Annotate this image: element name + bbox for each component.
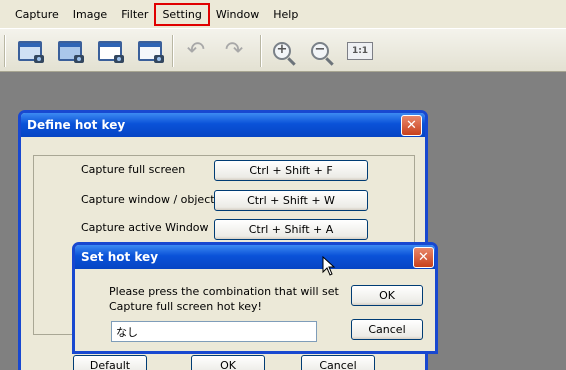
- hotkey-button-window-object[interactable]: Ctrl + Shift + W: [214, 190, 368, 211]
- menu-filter[interactable]: Filter: [116, 6, 153, 23]
- actual-size-button[interactable]: 1:1: [344, 37, 376, 65]
- default-button[interactable]: Default: [73, 355, 147, 370]
- define-hotkey-close-button[interactable]: ✕: [401, 115, 422, 136]
- capture-region-icon: [138, 41, 164, 63]
- capture-active-window-button[interactable]: [96, 37, 124, 65]
- define-hotkey-titlebar: Define hot key: [21, 113, 425, 137]
- instruction-line-1: Please press the combination that will s…: [109, 285, 339, 298]
- zoom-out-icon: −: [311, 42, 329, 60]
- capture-screen-icon: [18, 41, 44, 63]
- menu-bar: Capture Image Filter Setting Window Help: [0, 0, 566, 28]
- hotkey-label-window-object: Capture window / object: [81, 193, 215, 206]
- toolbar-separator: [172, 35, 174, 67]
- capture-window-button[interactable]: [56, 37, 84, 65]
- set-hotkey-titlebar: Set hot key: [75, 245, 435, 269]
- set-hotkey-cancel-button[interactable]: Cancel: [351, 319, 423, 340]
- toolbar-separator: [4, 35, 6, 67]
- undo-icon: ↶: [186, 38, 206, 63]
- close-icon: ✕: [406, 118, 417, 133]
- ok-button[interactable]: OK: [191, 355, 265, 370]
- zoom-out-button[interactable]: −: [306, 37, 334, 65]
- menu-window[interactable]: Window: [211, 6, 264, 23]
- capture-region-button[interactable]: [136, 37, 164, 65]
- menu-image[interactable]: Image: [68, 6, 112, 23]
- hotkey-label-full-screen: Capture full screen: [81, 163, 186, 176]
- actual-size-icon: 1:1: [347, 42, 373, 60]
- set-hotkey-dialog: Set hot key ✕ Please press the combinati…: [72, 242, 438, 354]
- capture-active-window-icon: [98, 41, 124, 63]
- capture-full-screen-button[interactable]: [16, 37, 44, 65]
- menu-capture[interactable]: Capture: [10, 6, 64, 23]
- capture-window-icon: [58, 41, 84, 63]
- zoom-in-icon: +: [273, 42, 291, 60]
- dialog-title: Set hot key: [81, 250, 159, 264]
- hotkey-input[interactable]: [111, 321, 317, 342]
- mouse-cursor-icon: [322, 256, 336, 276]
- redo-button[interactable]: ↷: [220, 37, 248, 65]
- menu-setting[interactable]: Setting: [154, 2, 210, 26]
- redo-icon: ↷: [224, 38, 244, 63]
- hotkey-button-active-window[interactable]: Ctrl + Shift + A: [214, 219, 368, 240]
- toolbar: ↶ ↷ + − 1:1: [0, 28, 566, 72]
- hotkey-label-active-window: Capture active Window: [81, 221, 209, 234]
- set-hotkey-close-button[interactable]: ✕: [413, 247, 434, 268]
- close-icon: ✕: [418, 250, 429, 265]
- zoom-in-button[interactable]: +: [268, 37, 296, 65]
- instruction-line-2: Capture full screen hot key!: [109, 300, 262, 313]
- dialog-title: Define hot key: [27, 118, 126, 132]
- cancel-button[interactable]: Cancel: [301, 355, 375, 370]
- menu-help[interactable]: Help: [268, 6, 303, 23]
- undo-button[interactable]: ↶: [182, 37, 210, 65]
- hotkey-button-full-screen[interactable]: Ctrl + Shift + F: [214, 160, 368, 181]
- toolbar-separator: [260, 35, 262, 67]
- set-hotkey-ok-button[interactable]: OK: [351, 285, 423, 306]
